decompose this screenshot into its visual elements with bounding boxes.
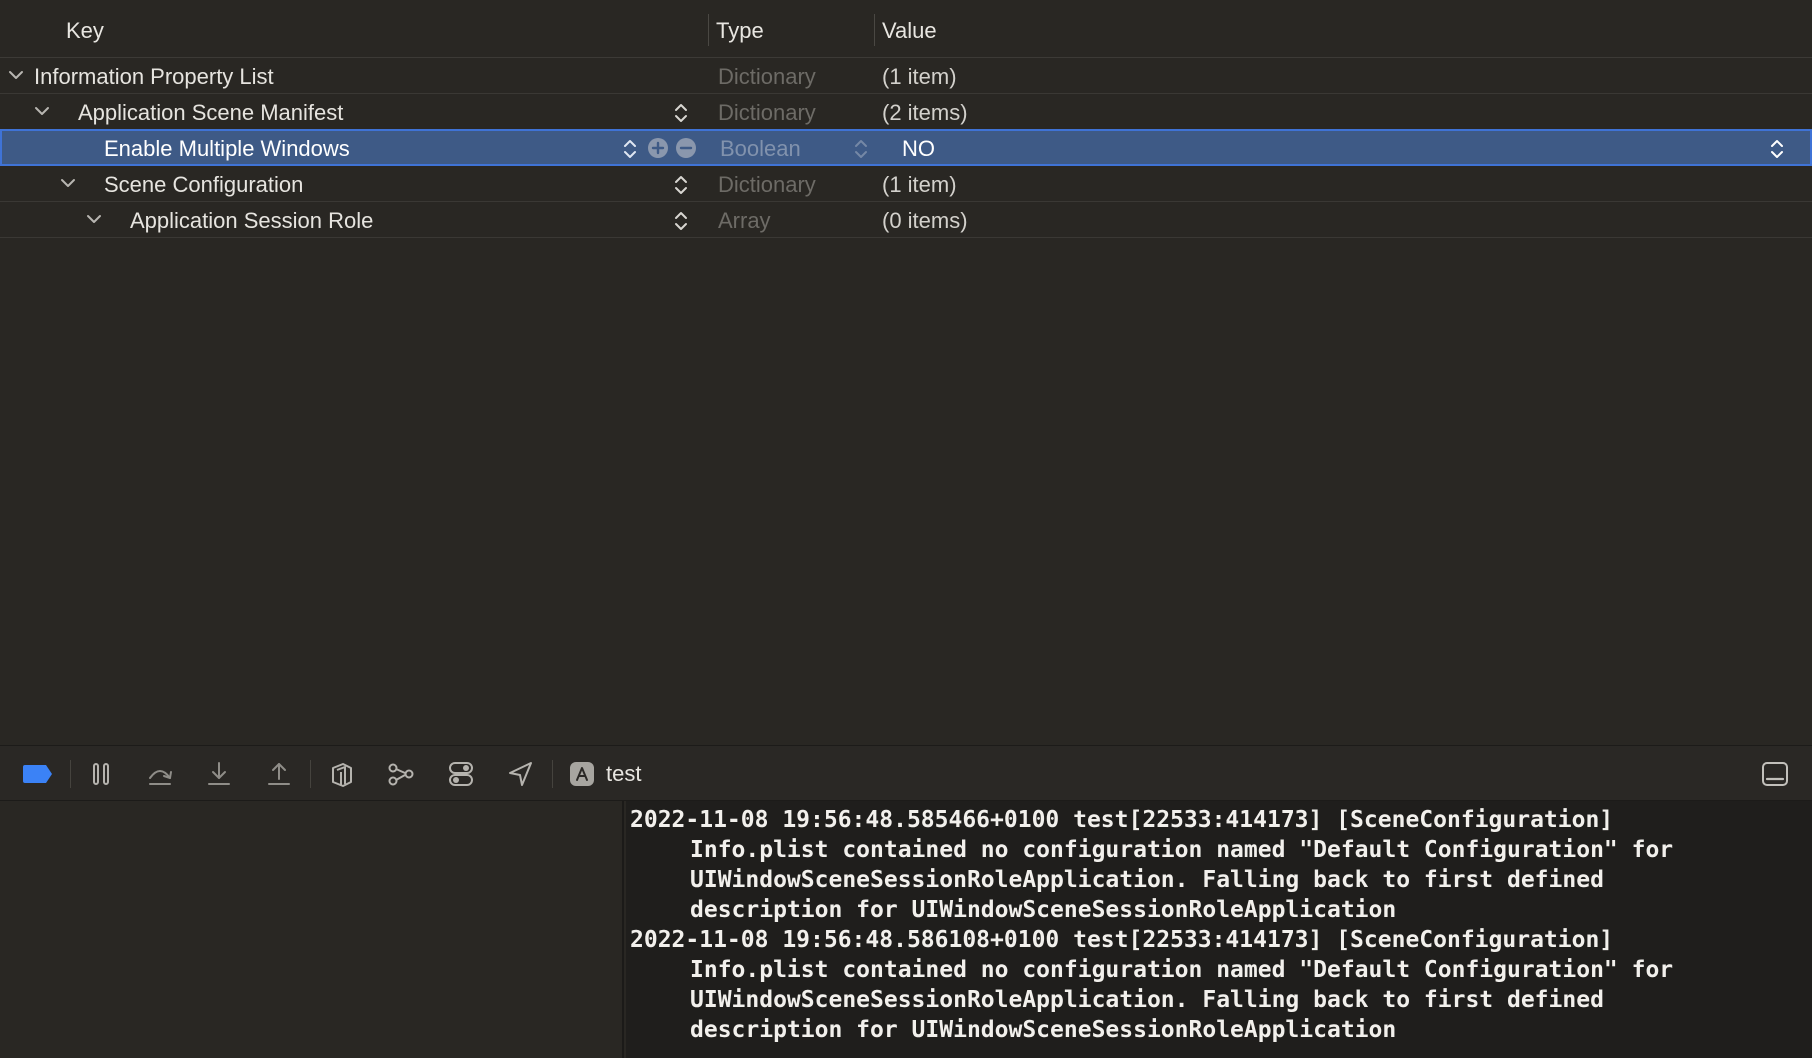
row-type: Dictionary	[718, 100, 816, 125]
plist-row-selected[interactable]: Enable Multiple Windows Boolean NO	[0, 129, 1812, 166]
step-into-icon[interactable]	[204, 760, 234, 788]
type-column-header[interactable]: Type	[716, 18, 764, 44]
row-type: Dictionary	[718, 172, 816, 197]
key-stepper-icon[interactable]	[672, 208, 690, 234]
plist-row[interactable]: Application Session Role Array (0 items)	[0, 202, 1812, 238]
plist-row[interactable]: Scene Configuration Dictionary (1 item)	[0, 166, 1812, 202]
variables-view	[0, 801, 624, 1058]
toolbar-divider	[552, 760, 553, 788]
console-line: description for UIWindowSceneSessionRole…	[690, 897, 1397, 923]
remove-row-icon[interactable]	[675, 137, 697, 159]
chevron-down-icon[interactable]	[59, 174, 77, 192]
plist-editor: Key Type Value Information Property List…	[0, 0, 1812, 745]
console-line: UIWindowSceneSessionRoleApplication. Fal…	[690, 867, 1604, 893]
step-over-icon[interactable]	[145, 760, 175, 788]
pause-icon[interactable]	[86, 760, 116, 788]
key-column-header[interactable]: Key	[66, 18, 104, 44]
column-divider[interactable]	[874, 14, 875, 46]
value-stepper-icon[interactable]	[1768, 136, 1786, 162]
key-stepper-icon[interactable]	[672, 100, 690, 126]
row-value: (1 item)	[882, 64, 957, 89]
value-column-header[interactable]: Value	[882, 18, 937, 44]
toolbar-divider	[310, 760, 311, 788]
view-hierarchy-icon[interactable]	[327, 760, 357, 788]
boolean-value-popup[interactable]: NO	[902, 136, 935, 162]
row-type: Dictionary	[718, 64, 816, 89]
toolbar-divider	[70, 760, 71, 788]
plist-row[interactable]: Application Scene Manifest Dictionary (2…	[0, 94, 1812, 130]
console-output[interactable]: 2022-11-08 19:56:48.585466+0100 test[225…	[626, 801, 1812, 1058]
environment-overrides-icon[interactable]	[446, 760, 476, 788]
row-type[interactable]: Boolean	[720, 136, 801, 162]
simulate-location-icon[interactable]	[506, 760, 536, 788]
add-row-icon[interactable]	[647, 137, 669, 159]
console-line: 2022-11-08 19:56:48.586108+0100 test[225…	[630, 927, 1614, 953]
plist-row[interactable]: Information Property List Dictionary (1 …	[0, 58, 1812, 94]
row-value: (2 items)	[882, 100, 968, 125]
console-line: description for UIWindowSceneSessionRole…	[690, 1017, 1397, 1043]
row-key: Application Session Role	[130, 208, 374, 233]
row-key[interactable]: Enable Multiple Windows	[104, 136, 350, 162]
row-type: Array	[718, 208, 771, 233]
chevron-down-icon[interactable]	[85, 210, 103, 228]
console-line: UIWindowSceneSessionRoleApplication. Fal…	[690, 987, 1604, 1013]
memory-graph-icon[interactable]	[386, 760, 416, 788]
row-key: Application Scene Manifest	[78, 100, 344, 125]
key-stepper-icon[interactable]	[621, 136, 639, 162]
row-key: Information Property List	[34, 64, 274, 89]
type-stepper-icon[interactable]	[852, 136, 870, 162]
plist-header: Key Type Value	[0, 0, 1812, 58]
row-key: Scene Configuration	[104, 172, 304, 197]
xcode-window: Key Type Value Information Property List…	[0, 0, 1812, 1058]
hide-panel-icon[interactable]	[1760, 760, 1790, 788]
console-line: Info.plist contained no configuration na…	[690, 837, 1674, 863]
debug-target-name[interactable]: test	[606, 761, 641, 787]
key-stepper-icon[interactable]	[672, 172, 690, 198]
row-value: (1 item)	[882, 172, 957, 197]
chevron-down-icon[interactable]	[7, 66, 25, 84]
breakpoints-toggle-icon[interactable]	[22, 763, 54, 785]
debug-bar: test	[0, 745, 1812, 801]
row-value: (0 items)	[882, 208, 968, 233]
column-divider[interactable]	[708, 14, 709, 46]
app-target-icon	[570, 762, 594, 786]
console-line: 2022-11-08 19:56:48.585466+0100 test[225…	[630, 807, 1614, 833]
step-out-icon[interactable]	[264, 760, 294, 788]
chevron-down-icon[interactable]	[33, 102, 51, 120]
console-line: Info.plist contained no configuration na…	[690, 957, 1674, 983]
